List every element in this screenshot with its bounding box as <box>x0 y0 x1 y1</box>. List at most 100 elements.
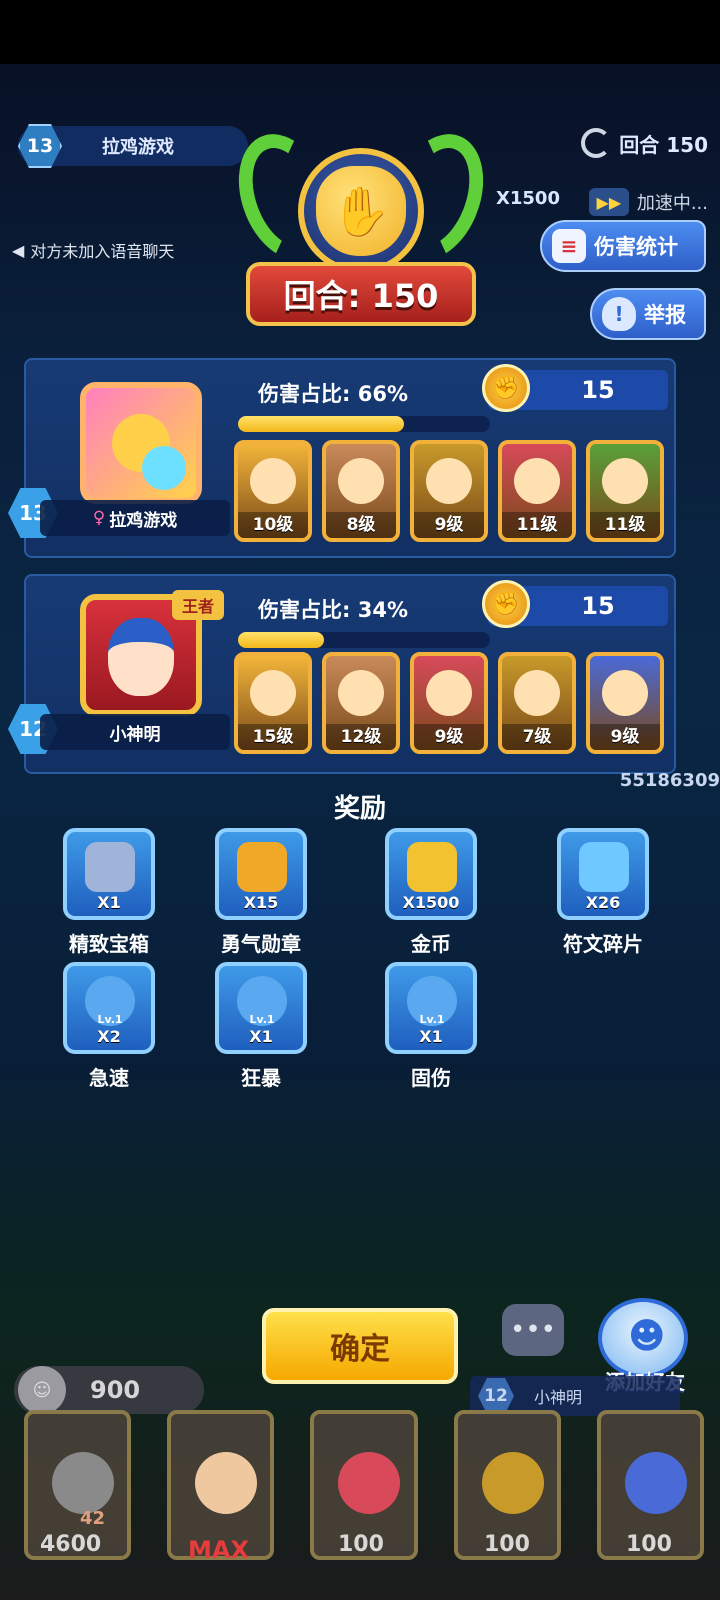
hero-level: 9级 <box>414 512 484 538</box>
player-2-heroes: 15级 12级 9级 7级 9级 <box>234 652 664 754</box>
reward-quantity: X1 <box>97 893 121 912</box>
hero-portrait <box>250 670 296 716</box>
reward-tile: Lv.1 X1 <box>215 962 307 1054</box>
energy-value: 900 <box>90 1376 141 1404</box>
hud-level-badge: 13 <box>18 124 62 168</box>
hud-round: 回合 150 <box>581 128 708 158</box>
reward-tile: X1500 <box>385 828 477 920</box>
opponent-level-badge: 12 <box>478 1378 514 1414</box>
card-cost: 100 <box>338 1532 384 1557</box>
reward-item[interactable]: Lv.1 X1 狂暴 <box>196 962 326 1091</box>
player-panel-2: 王者 12 小神明 伤害占比: 34% 15 ✊ 15级 12级 9级 7级 9级 <box>8 574 676 774</box>
damage-stats-label: 伤害统计 <box>594 235 678 259</box>
speed-text: 加速中... <box>636 193 708 214</box>
rune-lv1-icon: Lv.1 <box>85 976 135 1026</box>
hero-card[interactable]: 11级 <box>586 440 664 542</box>
damage-stats-button[interactable]: ≡ 伤害统计 <box>540 220 706 272</box>
voice-status-text: 对方未加入语音聊天 <box>30 242 175 261</box>
hero-card-row <box>24 1410 705 1600</box>
hero-card[interactable]: 7级 <box>498 652 576 754</box>
ghost-plus-icon: ☻ <box>628 1316 666 1357</box>
hero-card[interactable]: 15级 <box>234 652 312 754</box>
hero-portrait <box>52 1452 114 1514</box>
avatar-blob <box>142 446 186 490</box>
chat-icon[interactable]: ••• <box>502 1304 564 1356</box>
hero-level: 9级 <box>414 724 484 750</box>
damage-value-text: 34% <box>357 598 408 622</box>
hero-portrait <box>338 670 384 716</box>
speaker-icon: ◀ <box>12 240 25 260</box>
hero-portrait <box>250 458 296 504</box>
chest-icon <box>85 842 135 892</box>
report-label: 举报 <box>644 303 686 327</box>
reward-quantity: X15 <box>243 893 279 912</box>
confirm-button[interactable]: 确定 <box>262 1308 458 1384</box>
hero-level: 12级 <box>326 724 396 750</box>
coin-icon <box>407 842 457 892</box>
round-banner: 回合: 150 <box>246 262 476 326</box>
reward-name: 符文碎片 <box>563 932 643 956</box>
hero-card[interactable]: 9级 <box>586 652 664 754</box>
player-1-damage-label: 伤害占比: 66% <box>258 378 408 408</box>
hero-card[interactable]: 12级 <box>322 652 400 754</box>
shield-icon: ! <box>602 297 636 331</box>
player-2-damage-bar <box>238 632 490 648</box>
reward-tile: Lv.1 X2 <box>63 962 155 1054</box>
hero-card[interactable]: 9级 <box>410 652 488 754</box>
card-cost: 100 <box>626 1532 672 1557</box>
reward-quantity: X1500 <box>402 893 460 912</box>
reward-item[interactable]: Lv.1 X1 固伤 <box>366 962 496 1091</box>
king-crown-tag: 王者 <box>172 590 224 620</box>
reward-name: 精致宝箱 <box>69 932 149 956</box>
reward-name: 急速 <box>89 1066 129 1090</box>
fist-medal-icon: ✊ <box>482 580 530 628</box>
card-cost: 100 <box>484 1532 530 1557</box>
energy-counter: ☺ 900 <box>14 1366 204 1414</box>
max-label: MAX <box>188 1536 249 1564</box>
hero-card[interactable]: 11级 <box>498 440 576 542</box>
round-swirl-icon <box>581 128 612 158</box>
rune-lv1-icon: Lv.1 <box>237 976 287 1026</box>
reward-quantity: X1 <box>249 1027 273 1046</box>
hero-card[interactable]: 10级 <box>234 440 312 542</box>
player-1-damage-bar <box>238 416 490 432</box>
fist-medal-icon: ✊ <box>482 364 530 412</box>
reward-item[interactable]: X26 符文碎片 <box>538 828 668 957</box>
player-1-name-bar: ♀ 拉鸡游戏 <box>40 500 230 536</box>
reward-item[interactable]: X1 精致宝箱 <box>44 828 174 957</box>
reward-item[interactable]: X15 勇气勋章 <box>196 828 326 957</box>
reward-tile: X1 <box>63 828 155 920</box>
reward-item[interactable]: X1500 金币 <box>366 828 496 957</box>
damage-bar-fill <box>238 632 324 648</box>
fast-forward-icon[interactable]: ▶▶ <box>588 188 629 216</box>
hero-portrait <box>426 458 472 504</box>
player-2-name: 小神明 <box>109 724 161 745</box>
hero-portrait <box>195 1452 258 1514</box>
voice-status: ◀ 对方未加入语音聊天 <box>12 238 174 262</box>
hud-round-text: 回合 150 <box>619 132 708 157</box>
opponent-name: 小神明 <box>534 1388 583 1407</box>
hero-portrait <box>481 1452 544 1514</box>
player-2-avatar[interactable]: 王者 <box>80 590 224 716</box>
hero-level: 7级 <box>502 724 572 750</box>
player-2-damage-label: 伤害占比: 34% <box>258 594 408 624</box>
report-button[interactable]: ! 举报 <box>590 288 706 340</box>
damage-label-text: 伤害占比: <box>258 382 351 406</box>
player-panel-1: 13 ♀ 拉鸡游戏 伤害占比: 66% 15 ✊ 10级 8级 9级 11级 11级 <box>8 358 676 558</box>
reward-name: 金币 <box>411 932 451 956</box>
reward-quantity: X1 <box>419 1027 443 1046</box>
hero-card[interactable]: 8级 <box>322 440 400 542</box>
energy-coin-icon: ☺ <box>18 1366 66 1414</box>
round-emblem: ✋ 回合: 150 <box>222 121 500 340</box>
hero-level: 8级 <box>326 512 396 538</box>
hero-level: 9级 <box>590 724 660 750</box>
reward-item[interactable]: Lv.1 X2 急速 <box>44 962 174 1091</box>
player-1-avatar[interactable] <box>80 382 202 504</box>
reward-tile: X15 <box>215 828 307 920</box>
handshake-icon: ✋ <box>316 166 406 256</box>
player-1-heroes: 10级 8级 9级 11级 11级 <box>234 440 664 542</box>
medal-icon <box>237 842 287 892</box>
speed-indicator[interactable]: ▶▶ 加速中... <box>588 188 708 216</box>
hero-card[interactable]: 9级 <box>410 440 488 542</box>
player-1-name: 拉鸡游戏 <box>109 510 178 531</box>
